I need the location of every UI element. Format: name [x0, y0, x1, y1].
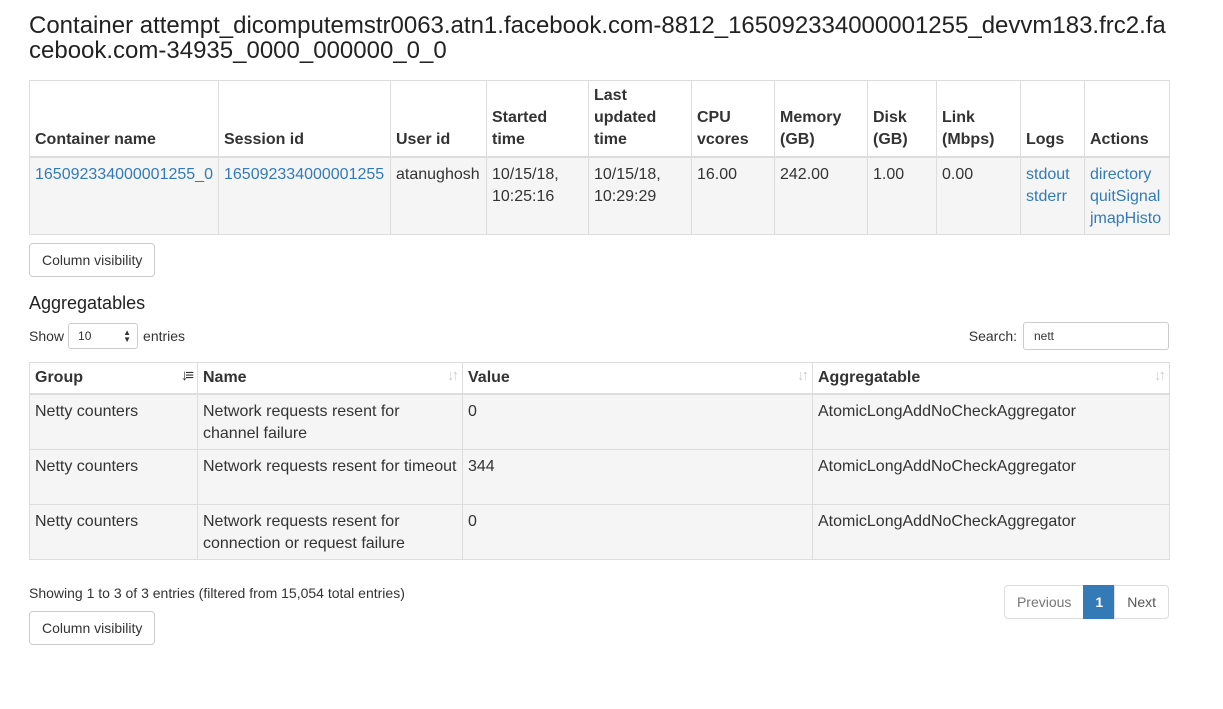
header-link: Link (Mbps)	[936, 80, 1021, 158]
sort-asc-icon: ↓≡	[180, 367, 194, 384]
search-input[interactable]	[1023, 322, 1169, 350]
aggregatable-cell: AtomicLongAddNoCheckAggregator	[812, 393, 1170, 450]
page: Container attempt_dicomputemstr0063.atn1…	[0, 0, 1170, 645]
entries-info: Showing 1 to 3 of 3 entries (filtered fr…	[29, 585, 405, 601]
table-row: 165092334000001255_0 165092334000001255 …	[29, 156, 1170, 235]
header-last-updated-time: Last updated time	[588, 80, 692, 158]
page-title: Container attempt_dicomputemstr0063.atn1…	[29, 12, 1166, 64]
header-started-time: Started time	[486, 80, 589, 158]
value-cell: 0	[462, 504, 813, 560]
entries-label: entries	[143, 328, 186, 344]
table-row: Netty counters Network requests resent f…	[29, 449, 1170, 505]
next-page-button[interactable]: Next	[1114, 585, 1169, 619]
last-updated-time-cell: 10/15/18, 10:29:29	[588, 156, 692, 235]
page-1-button[interactable]: 1	[1083, 585, 1116, 619]
group-cell: Netty counters	[29, 393, 198, 450]
table-footer: Showing 1 to 3 of 3 entries (filtered fr…	[29, 575, 1169, 619]
header-user-id: User id	[390, 80, 487, 158]
header-aggregatable-label: Aggregatable	[818, 369, 921, 386]
header-group-label: Group	[35, 369, 83, 386]
column-visibility-button[interactable]: Column visibility	[29, 243, 156, 277]
aggregatables-table: Group ↓≡ Name ↓↑ Value ↓↑ Aggregatable ↓…	[29, 362, 1170, 560]
table-row: Netty counters Network requests resent f…	[29, 504, 1170, 560]
header-cpu-vcores: CPU vcores	[691, 80, 775, 158]
name-cell: Network requests resent for timeout	[197, 449, 463, 505]
container-name-cell: 165092334000001255_0	[29, 156, 219, 235]
name-cell: Network requests resent for channel fail…	[197, 393, 463, 450]
logs-cell: stdout stderr	[1020, 156, 1085, 235]
header-actions: Actions	[1084, 80, 1170, 158]
group-cell: Netty counters	[29, 504, 198, 560]
header-container-name: Container name	[29, 80, 219, 158]
cpu-vcores-cell: 16.00	[691, 156, 775, 235]
memory-cell: 242.00	[774, 156, 868, 235]
header-value[interactable]: Value ↓↑	[462, 362, 813, 395]
group-cell: Netty counters	[29, 449, 198, 505]
session-id-cell: 165092334000001255	[218, 156, 391, 235]
page-size-select[interactable]: 10 ▲ ▼	[68, 323, 139, 349]
directory-link[interactable]: directory	[1090, 166, 1151, 183]
page-size-value: 10	[78, 329, 92, 343]
user-id-cell: atanughosh	[390, 156, 487, 235]
header-name-label: Name	[203, 369, 247, 386]
header-memory: Memory (GB)	[774, 80, 868, 158]
table-row: Netty counters Network requests resent f…	[29, 393, 1170, 450]
stdout-link[interactable]: stdout	[1026, 166, 1070, 183]
header-group[interactable]: Group ↓≡	[29, 362, 198, 395]
header-aggregatable[interactable]: Aggregatable ↓↑	[812, 362, 1170, 395]
sort-both-icon: ↓↑	[447, 367, 459, 384]
jmap-histo-link[interactable]: jmapHisto	[1090, 210, 1161, 227]
disk-cell: 1.00	[867, 156, 937, 235]
quit-signal-link[interactable]: quitSignal	[1090, 188, 1160, 205]
started-time-cell: 10/15/18, 10:25:16	[486, 156, 589, 235]
pagination: Previous 1 Next	[1003, 585, 1169, 619]
sort-both-icon: ↓↑	[797, 367, 809, 384]
name-cell: Network requests resent for connection o…	[197, 504, 463, 560]
column-visibility-button-bottom[interactable]: Column visibility	[29, 611, 156, 645]
search-control: Search:	[969, 321, 1169, 351]
actions-cell: directory quitSignal jmapHisto	[1084, 156, 1170, 235]
page-size-control: Show 10 ▲ ▼ entries	[29, 321, 185, 351]
previous-page-button[interactable]: Previous	[1003, 585, 1085, 619]
value-cell: 344	[462, 449, 813, 505]
aggregatable-cell: AtomicLongAddNoCheckAggregator	[812, 449, 1170, 505]
header-logs: Logs	[1020, 80, 1085, 158]
aggregatables-heading: Aggregatables	[29, 293, 146, 313]
container-table: Container name Session id User id Starte…	[29, 80, 1170, 235]
value-cell: 0	[462, 393, 813, 450]
header-disk: Disk (GB)	[867, 80, 937, 158]
container-name-link[interactable]: 165092334000001255_0	[35, 166, 213, 183]
container-table-header: Container name Session id User id Starte…	[29, 80, 1170, 158]
link-cell: 0.00	[936, 156, 1021, 235]
header-name[interactable]: Name ↓↑	[197, 362, 463, 395]
stderr-link[interactable]: stderr	[1026, 188, 1067, 205]
session-id-link[interactable]: 165092334000001255	[224, 166, 384, 183]
sort-both-icon: ↓↑	[1154, 367, 1166, 384]
header-session-id: Session id	[218, 80, 391, 158]
updown-arrows-icon: ▲ ▼	[123, 328, 132, 344]
aggregatables-header: Group ↓≡ Name ↓↑ Value ↓↑ Aggregatable ↓…	[29, 362, 1170, 395]
table-controls: Show 10 ▲ ▼ entries Search:	[29, 321, 1169, 353]
aggregatable-cell: AtomicLongAddNoCheckAggregator	[812, 504, 1170, 560]
show-label: Show	[29, 328, 65, 344]
header-value-label: Value	[468, 369, 510, 386]
search-label: Search:	[968, 328, 1017, 344]
